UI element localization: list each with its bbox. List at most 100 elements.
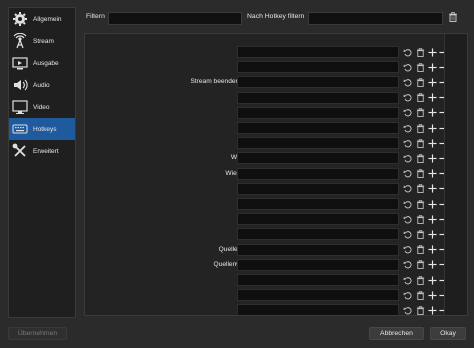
sidebar-item-audio[interactable]: Audio	[9, 74, 75, 96]
revert-icon[interactable]	[402, 138, 412, 148]
hotkey-filter-input[interactable]	[308, 12, 443, 25]
hotkey-input[interactable]	[237, 137, 399, 150]
revert-icon[interactable]	[402, 77, 412, 87]
hotkey-row: Statistiken zurücksetzen	[85, 303, 448, 315]
revert-icon[interactable]	[402, 93, 412, 103]
add-icon[interactable]	[427, 214, 437, 224]
trash-icon[interactable]	[415, 184, 425, 194]
trash-icon[interactable]	[415, 169, 425, 179]
sidebar-item-label: Ausgabe	[33, 59, 59, 67]
trash-icon[interactable]	[415, 47, 425, 57]
trash-icon[interactable]	[415, 229, 425, 239]
hotkey-input[interactable]	[237, 91, 399, 104]
hotkey-input[interactable]	[237, 304, 399, 315]
revert-icon[interactable]	[402, 290, 412, 300]
revert-icon[interactable]	[402, 108, 412, 118]
revert-icon[interactable]	[402, 47, 412, 57]
add-icon[interactable]	[427, 245, 437, 255]
revert-icon[interactable]	[402, 229, 412, 239]
hotkey-input[interactable]	[237, 228, 399, 241]
trash-icon[interactable]	[415, 62, 425, 72]
revert-icon[interactable]	[402, 305, 412, 315]
revert-icon[interactable]	[402, 169, 412, 179]
hotkey-row: Stream beenden (Verzögerung missachten)	[85, 75, 448, 90]
filter-input[interactable]	[108, 12, 242, 25]
hotkey-row: Übergang	[85, 288, 448, 303]
trash-icon[interactable]	[415, 138, 425, 148]
revert-icon[interactable]	[402, 153, 412, 163]
add-icon[interactable]	[427, 77, 437, 87]
trash-icon[interactable]	[415, 199, 425, 209]
revert-icon[interactable]	[402, 184, 412, 194]
trash-icon[interactable]	[415, 123, 425, 133]
trash-icon[interactable]	[415, 290, 425, 300]
hotkey-input[interactable]	[237, 61, 399, 74]
hotkey-input[interactable]	[237, 182, 399, 195]
hotkey-input[interactable]	[237, 289, 399, 302]
trash-icon[interactable]	[415, 93, 425, 103]
revert-icon[interactable]	[402, 123, 412, 133]
hotkey-input[interactable]	[237, 152, 399, 165]
add-icon[interactable]	[427, 275, 437, 285]
hotkey-input[interactable]	[237, 258, 399, 271]
sidebar-item-video[interactable]: Video	[9, 96, 75, 118]
add-icon[interactable]	[427, 290, 437, 300]
trash-icon[interactable]	[415, 77, 425, 87]
trash-icon[interactable]	[415, 275, 425, 285]
trash-icon[interactable]	[415, 108, 425, 118]
ok-button[interactable]: Okay	[430, 327, 466, 340]
hotkey-input[interactable]	[237, 122, 399, 134]
trash-icon[interactable]	[415, 153, 425, 163]
speaker-icon	[11, 76, 29, 94]
trash-icon[interactable]	[415, 245, 425, 255]
hotkey-row: Aufnahme beenden *	[85, 106, 448, 121]
add-icon[interactable]	[427, 229, 437, 239]
filter-label: Filtern	[86, 13, 105, 20]
add-icon[interactable]	[427, 47, 437, 57]
add-icon[interactable]	[427, 153, 437, 163]
trash-icon[interactable]	[415, 214, 425, 224]
cancel-button[interactable]: Abbrechen	[369, 327, 424, 340]
gear-icon	[11, 10, 29, 28]
add-icon[interactable]	[427, 62, 437, 72]
add-icon[interactable]	[427, 169, 437, 179]
hotkey-list[interactable]: Stream starten *Stream beenden *Stream b…	[84, 33, 468, 316]
revert-icon[interactable]	[402, 62, 412, 72]
sidebar-item-stream[interactable]: Stream	[9, 30, 75, 52]
add-icon[interactable]	[427, 184, 437, 194]
add-icon[interactable]	[427, 199, 437, 209]
add-icon[interactable]	[427, 123, 437, 133]
sidebar-item-label: Erweitert	[33, 147, 59, 155]
hotkey-input[interactable]	[237, 167, 399, 180]
sidebar-item-allgemein[interactable]: Allgemein	[9, 8, 75, 30]
revert-icon[interactable]	[402, 245, 412, 255]
add-icon[interactable]	[427, 260, 437, 270]
hotkey-input[interactable]	[237, 274, 399, 286]
revert-icon[interactable]	[402, 275, 412, 285]
hotkey-input[interactable]	[237, 213, 399, 226]
hotkey-input[interactable]	[237, 198, 399, 210]
add-icon[interactable]	[427, 93, 437, 103]
scrollbar[interactable]	[444, 34, 467, 315]
sidebar-item-ausgabe[interactable]: Ausgabe	[9, 52, 75, 74]
hotkey-input[interactable]	[237, 243, 399, 256]
filter-bar: Filtern Nach Hotkey filtern	[84, 10, 466, 26]
add-icon[interactable]	[427, 108, 437, 118]
revert-icon[interactable]	[402, 214, 412, 224]
hotkey-row: Aufnahme starten *	[85, 91, 448, 106]
add-icon[interactable]	[427, 138, 437, 148]
trash-icon[interactable]	[415, 260, 425, 270]
hotkey-row: Studio-Modus	[85, 273, 448, 288]
hotkey-input[interactable]	[237, 76, 399, 89]
clear-filter-trash-icon[interactable]	[448, 12, 458, 22]
add-icon[interactable]	[427, 305, 437, 315]
sidebar-item-hotkeys[interactable]: Hotkeys	[9, 118, 75, 140]
hotkey-input[interactable]	[237, 46, 399, 58]
trash-icon[interactable]	[415, 305, 425, 315]
revert-icon[interactable]	[402, 199, 412, 209]
apply-button[interactable]: Übernehmen	[8, 327, 67, 340]
hotkey-input[interactable]	[237, 106, 399, 119]
revert-icon[interactable]	[402, 260, 412, 270]
sidebar-item-erweitert[interactable]: Erweitert	[9, 140, 75, 162]
sidebar-item-label: Audio	[33, 81, 50, 89]
